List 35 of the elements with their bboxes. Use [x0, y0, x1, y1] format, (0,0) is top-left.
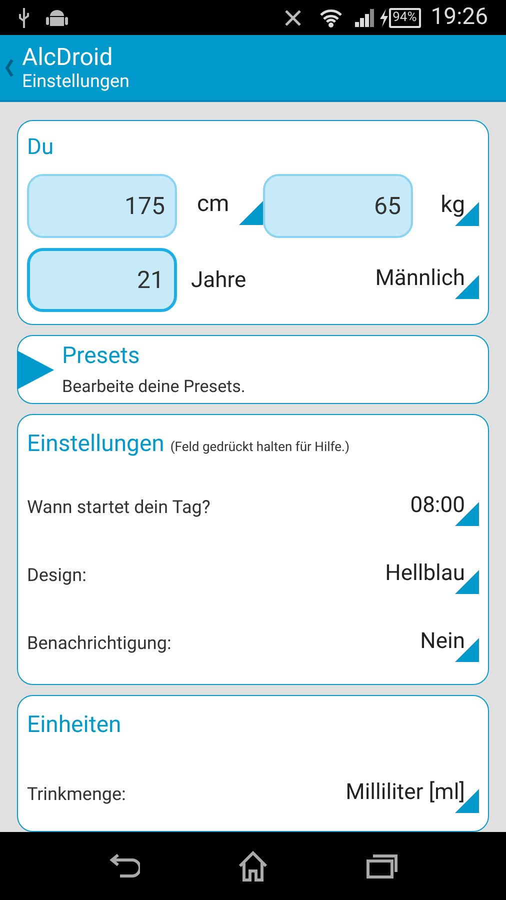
- recent-apps-icon[interactable]: [366, 853, 398, 879]
- number-field[interactable]: 65: [263, 174, 413, 238]
- age-unit-label: Jahre: [191, 266, 246, 294]
- clock: 19:26: [430, 2, 488, 32]
- unit-dropdown[interactable]: Milliliter [ml]: [346, 776, 479, 813]
- charging-icon: [378, 8, 389, 26]
- unit-dropdown[interactable]: cm: [197, 186, 263, 226]
- setting-label: Design:: [27, 564, 86, 588]
- number-field[interactable]: 175: [27, 174, 177, 238]
- gender-dropdown[interactable]: Männlich: [375, 262, 479, 298]
- signal-icon: [354, 8, 375, 26]
- help-hint: (Feld gedrückt halten für Hilfe.): [170, 439, 350, 458]
- card-title: Einstellungen: [27, 429, 164, 460]
- setting-dropdown[interactable]: Hellblau: [385, 557, 479, 594]
- screen-subtitle: Einstellungen: [22, 70, 130, 92]
- dropdown-corner-icon: [239, 201, 263, 226]
- presets-card[interactable]: Presets Bearbeite deine Presets.: [17, 335, 489, 404]
- usb-icon: [18, 8, 30, 28]
- card-title: Einheiten: [27, 710, 122, 740]
- setting-dropdown[interactable]: 08:00: [410, 489, 479, 526]
- setting-label: Trinkmenge:: [27, 782, 126, 807]
- home-icon[interactable]: [236, 850, 269, 882]
- setting-label: Benachrichtigung:: [27, 632, 172, 656]
- card-title: Du: [27, 134, 55, 162]
- play-arrow-icon: [18, 350, 54, 389]
- presets-description: Bearbeite deine Presets.: [62, 376, 246, 400]
- setting-dropdown[interactable]: Nein: [420, 625, 479, 662]
- battery-level: 94%: [388, 8, 421, 28]
- app-title: AlcDroid: [22, 42, 114, 70]
- unit-dropdown[interactable]: kg: [440, 188, 479, 226]
- back-icon[interactable]: [108, 854, 140, 878]
- setting-label: Wann startet dein Tag?: [27, 496, 210, 520]
- wifi-icon: [318, 8, 343, 28]
- number-field[interactable]: 21: [27, 248, 177, 312]
- card-title: Presets: [62, 340, 141, 371]
